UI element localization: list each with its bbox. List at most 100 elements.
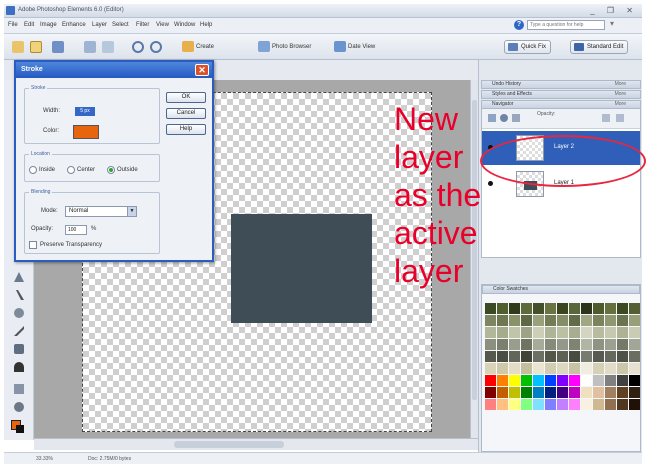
color-swatch[interactable]	[509, 399, 520, 410]
color-swatch[interactable]	[593, 387, 604, 398]
cancel-button[interactable]: Cancel	[166, 108, 206, 119]
color-swatch[interactable]	[533, 315, 544, 326]
color-swatch[interactable]	[593, 303, 604, 314]
color-swatch[interactable]	[545, 363, 556, 374]
color-swatch[interactable]	[521, 363, 532, 374]
color-swatch[interactable]	[497, 315, 508, 326]
color-swatch[interactable]	[593, 399, 604, 410]
color-swatch[interactable]	[533, 339, 544, 350]
menu-select[interactable]: Select	[112, 22, 129, 28]
color-swatch[interactable]	[569, 339, 580, 350]
color-swatch[interactable]	[545, 387, 556, 398]
horizontal-scrollbar[interactable]	[34, 438, 478, 450]
new-file-icon[interactable]	[12, 41, 24, 53]
color-swatch[interactable]	[605, 387, 616, 398]
ok-button[interactable]: OK	[166, 92, 206, 103]
color-swatch[interactable]	[569, 363, 580, 374]
redo-icon[interactable]	[150, 41, 162, 53]
undo-history-panel-header[interactable]: Undo History More	[481, 80, 641, 89]
menu-view[interactable]: View	[156, 22, 169, 28]
color-swatch[interactable]	[617, 363, 628, 374]
color-swatch[interactable]	[509, 327, 520, 338]
color-swatch[interactable]	[533, 375, 544, 386]
color-swatch[interactable]	[605, 339, 616, 350]
pencil-tool-icon[interactable]	[16, 290, 24, 300]
color-swatch[interactable]	[629, 351, 640, 362]
color-swatch[interactable]	[497, 339, 508, 350]
color-swatch[interactable]	[533, 303, 544, 314]
stroke-color-swatch[interactable]	[73, 125, 99, 139]
color-swatch[interactable]	[509, 351, 520, 362]
color-swatch[interactable]	[581, 375, 592, 386]
color-swatch[interactable]	[497, 363, 508, 374]
lock-icon[interactable]	[602, 114, 610, 122]
color-swatch[interactable]	[545, 315, 556, 326]
save-icon[interactable]	[52, 41, 64, 53]
color-swatch[interactable]	[617, 315, 628, 326]
menu-help[interactable]: Help	[200, 22, 212, 28]
color-swatch[interactable]	[521, 315, 532, 326]
color-swatch[interactable]	[521, 387, 532, 398]
color-swatch[interactable]	[497, 399, 508, 410]
burn-tool-icon[interactable]	[14, 362, 24, 372]
color-swatch[interactable]	[581, 351, 592, 362]
color-swatch[interactable]	[533, 363, 544, 374]
color-swatch[interactable]	[617, 375, 628, 386]
styles-effects-panel-header[interactable]: Styles and Effects More	[481, 90, 641, 99]
color-swatch[interactable]	[569, 303, 580, 314]
color-swatch[interactable]	[593, 375, 604, 386]
color-swatch[interactable]	[485, 327, 496, 338]
color-swatch[interactable]	[605, 303, 616, 314]
color-swatch[interactable]	[629, 363, 640, 374]
help-search-input[interactable]	[527, 20, 605, 30]
color-swatch[interactable]	[497, 375, 508, 386]
color-swatch[interactable]	[581, 399, 592, 410]
stamp-tool-icon[interactable]	[14, 272, 24, 282]
color-swatch[interactable]	[581, 327, 592, 338]
color-swatch[interactable]	[557, 351, 568, 362]
color-swatch[interactable]	[569, 351, 580, 362]
create-button[interactable]: Create	[182, 41, 214, 54]
color-swatch[interactable]	[581, 315, 592, 326]
color-swatch[interactable]	[605, 351, 616, 362]
window-controls[interactable]: _ ❐ ✕	[590, 6, 638, 15]
color-swatch[interactable]	[557, 339, 568, 350]
color-swatch[interactable]	[617, 387, 628, 398]
color-swatch[interactable]	[485, 303, 496, 314]
color-swatch[interactable]	[509, 375, 520, 386]
eraser-tool-icon[interactable]	[14, 308, 24, 318]
color-swatch[interactable]	[545, 339, 556, 350]
color-swatch[interactable]	[557, 327, 568, 338]
color-swatch[interactable]	[605, 327, 616, 338]
color-swatch[interactable]	[509, 387, 520, 398]
location-center-radio[interactable]	[67, 166, 75, 174]
color-swatch[interactable]	[593, 351, 604, 362]
help-button[interactable]: Help	[166, 124, 206, 135]
color-swatch[interactable]	[629, 315, 640, 326]
color-swatch[interactable]	[629, 327, 640, 338]
color-swatch[interactable]	[533, 387, 544, 398]
color-swatch[interactable]	[581, 339, 592, 350]
location-inside-radio[interactable]	[29, 166, 37, 174]
color-swatch[interactable]	[485, 315, 496, 326]
close-icon[interactable]: ✕	[195, 64, 209, 76]
menu-layer[interactable]: Layer	[92, 22, 107, 28]
zoom-level[interactable]: 33.33%	[36, 456, 53, 462]
color-swatch[interactable]	[617, 351, 628, 362]
color-swatch[interactable]	[617, 303, 628, 314]
color-swatch[interactable]	[629, 375, 640, 386]
color-swatch[interactable]	[545, 351, 556, 362]
color-swatch[interactable]	[581, 363, 592, 374]
menu-file[interactable]: File	[8, 22, 18, 28]
color-swatch[interactable]	[581, 387, 592, 398]
color-swatch[interactable]	[593, 315, 604, 326]
color-swatch[interactable]	[593, 339, 604, 350]
preserve-transparency-checkbox[interactable]	[29, 241, 37, 249]
photo-browser-button[interactable]: Photo Browser	[258, 41, 311, 54]
color-swatch[interactable]	[545, 303, 556, 314]
color-swatch[interactable]	[521, 375, 532, 386]
mode-select[interactable]: Normal ▼	[65, 206, 137, 217]
color-swatch[interactable]	[569, 399, 580, 410]
opacity-input[interactable]: 100	[65, 225, 87, 235]
color-swatch[interactable]	[485, 363, 496, 374]
